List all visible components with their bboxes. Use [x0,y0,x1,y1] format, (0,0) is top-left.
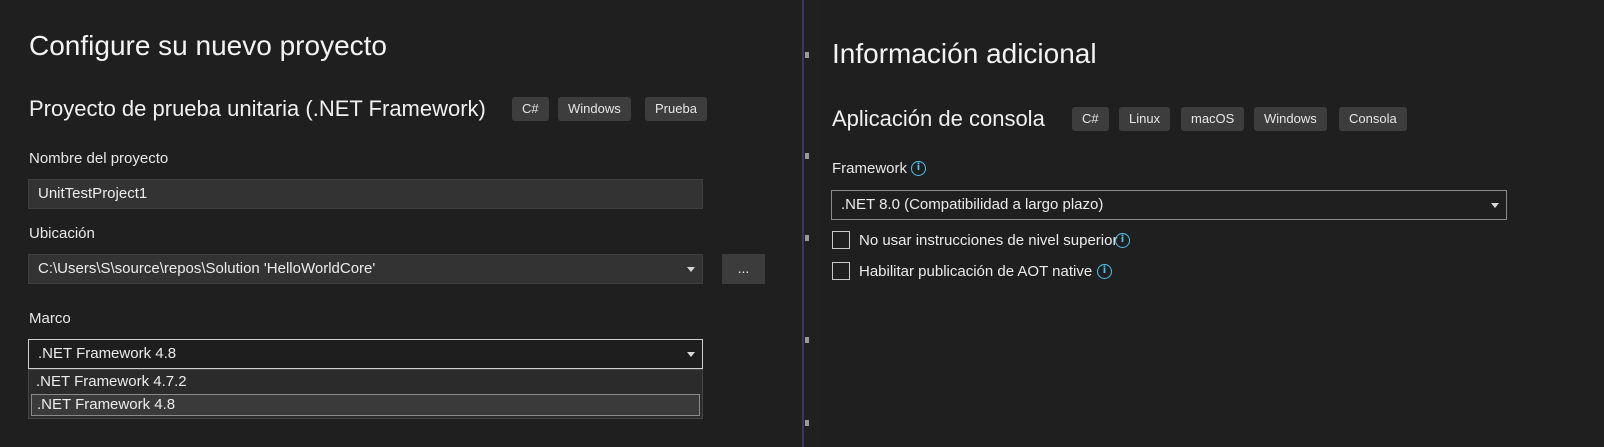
additional-info-panel: Información adicional Aplicación de cons… [820,0,1604,447]
divider-mark [805,337,809,343]
page-title: Configure su nuevo proyecto [29,30,387,61]
divider-mark [805,420,809,426]
panel-divider [800,0,820,447]
info-icon[interactable]: i [1097,264,1112,279]
template-name: Aplicación de consola [832,106,1045,131]
info-icon[interactable]: i [1115,233,1130,248]
aot-native-label[interactable]: Habilitar publicación de AOT native [859,263,1092,280]
target-framework-value: .NET 8.0 (Compatibilidad a largo plazo) [841,196,1104,213]
framework-dropdown-list: .NET Framework 4.7.2 .NET Framework 4.8 [28,369,703,419]
chevron-down-icon[interactable] [1491,203,1499,208]
divider-mark [805,235,809,241]
top-level-statements-label[interactable]: No usar instrucciones de nivel superior [859,232,1117,249]
target-framework-combobox[interactable]: .NET 8.0 (Compatibilidad a largo plazo) [831,190,1507,220]
tag-linux: Linux [1119,107,1171,131]
page-title: Información adicional [832,38,1097,69]
configure-project-panel: Configure su nuevo proyecto Proyecto de … [0,0,800,447]
chevron-down-icon[interactable] [687,267,695,272]
browse-button[interactable]: ... [722,254,765,284]
divider-line [802,0,804,447]
divider-mark [805,153,809,159]
tag-csharp: C# [512,97,549,121]
chevron-down-icon[interactable] [687,352,695,357]
framework-label: Marco [29,310,71,327]
divider-mark [805,52,809,58]
location-value: C:\Users\S\source\repos\Solution 'HelloW… [38,260,376,277]
tag-windows: Windows [558,97,631,121]
framework-option[interactable]: .NET Framework 4.7.2 [31,371,700,393]
aot-native-checkbox[interactable] [832,262,850,280]
framework-label: Framework [832,160,908,177]
tag-consola: Consola [1339,107,1407,131]
tag-csharp: C# [1072,107,1109,131]
framework-combobox[interactable]: .NET Framework 4.8 [28,339,703,369]
tag-windows: Windows [1254,107,1327,131]
project-name-label: Nombre del proyecto [29,150,169,167]
info-icon[interactable]: i [911,161,926,176]
tag-prueba: Prueba [645,97,707,121]
top-level-statements-checkbox[interactable] [832,231,850,249]
framework-option-selected[interactable]: .NET Framework 4.8 [31,394,700,416]
tag-macos: macOS [1181,107,1245,131]
template-name: Proyecto de prueba unitaria (.NET Framew… [29,96,486,121]
framework-value: .NET Framework 4.8 [38,345,177,362]
project-name-input[interactable]: UnitTestProject1 [28,179,703,209]
location-combobox[interactable]: C:\Users\S\source\repos\Solution 'HelloW… [28,254,703,284]
location-label: Ubicación [29,225,95,242]
